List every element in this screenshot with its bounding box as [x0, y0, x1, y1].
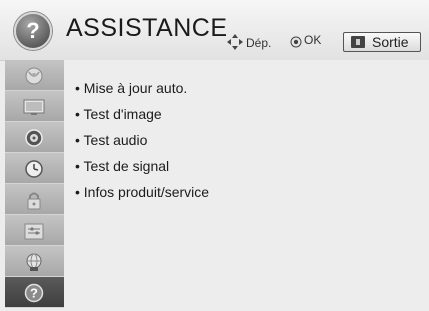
navigation-arrows-icon	[227, 34, 243, 50]
menu-item-auto-update[interactable]: • Mise à jour auto.	[75, 80, 209, 106]
ok-button-icon	[290, 36, 302, 48]
help-icon: ?	[14, 12, 52, 50]
sidebar-item-audio[interactable]	[5, 122, 64, 153]
assistance-menu: • Mise à jour auto. • Test d'image • Tes…	[75, 80, 209, 210]
move-hint-label: Dép.	[246, 36, 272, 50]
settings-box-icon	[24, 223, 44, 240]
exit-button-label: Sortie	[372, 34, 409, 50]
help-icon: ?	[24, 283, 44, 303]
sidebar-item-time[interactable]	[5, 153, 64, 184]
assistance-panel: • Mise à jour auto. • Test d'image • Tes…	[64, 60, 429, 311]
ok-hint: OK	[290, 33, 321, 48]
menu-item-sound-test[interactable]: • Test audio	[75, 132, 209, 158]
svg-text:?: ?	[30, 286, 38, 301]
sidebar-item-options[interactable]	[5, 215, 64, 246]
satellite-dish-icon	[25, 67, 43, 85]
page-title: ASSISTANCE	[66, 14, 228, 42]
exit-key-icon	[351, 36, 365, 48]
category-sidebar: ?	[5, 60, 64, 311]
sidebar-item-lock[interactable]	[5, 184, 64, 215]
move-hint: Dép.	[226, 33, 271, 51]
network-globe-icon	[26, 253, 42, 271]
tv-picture-icon	[23, 99, 45, 115]
menu-item-picture-test[interactable]: • Test d'image	[75, 106, 209, 132]
lock-icon	[27, 192, 41, 210]
sidebar-item-network[interactable]	[5, 246, 64, 277]
clock-icon	[25, 160, 43, 178]
sidebar-item-channels[interactable]	[5, 60, 64, 91]
menu-header: ? ASSISTANCE Dép. OK Sortie	[0, 0, 429, 61]
menu-item-signal-test[interactable]: • Test de signal	[75, 158, 209, 184]
speaker-icon	[25, 129, 43, 147]
sidebar-item-support[interactable]: ?	[5, 277, 64, 308]
tv-menu-screen: ? ASSISTANCE Dép. OK Sortie ? • Mise à j…	[0, 0, 429, 311]
menu-item-product-info[interactable]: • Infos produit/service	[75, 184, 209, 210]
exit-button[interactable]: Sortie	[343, 32, 421, 52]
ok-hint-label: OK	[304, 33, 322, 47]
sidebar-item-picture[interactable]	[5, 91, 64, 122]
